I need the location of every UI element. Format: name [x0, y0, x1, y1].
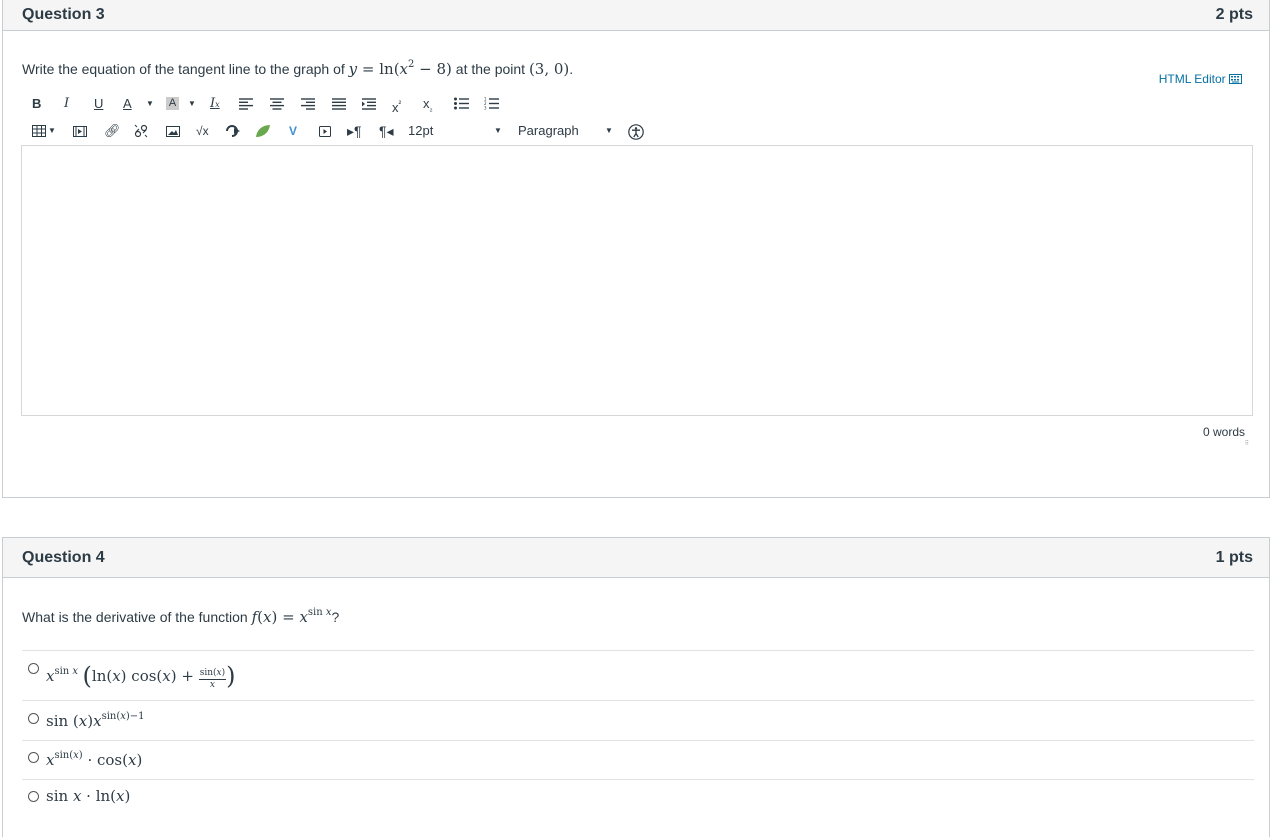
- html-editor-label: HTML Editor: [1158, 72, 1226, 86]
- question-3-card: Question 3 2 pts Write the equation of t…: [2, 0, 1270, 498]
- block-format-value: Paragraph: [518, 123, 579, 138]
- radio-button[interactable]: [28, 663, 39, 674]
- superscript-icon[interactable]: x²: [392, 94, 401, 118]
- radio-button[interactable]: [28, 752, 39, 763]
- question-3-prompt: Write the equation of the tangent line t…: [22, 59, 573, 78]
- align-center-icon[interactable]: [270, 98, 284, 110]
- ltr-icon[interactable]: ▸¶: [347, 121, 362, 141]
- answer-option-3[interactable]: xsin(x) · cos(x): [22, 740, 1254, 780]
- question-3-header: Question 3 2 pts: [3, 0, 1269, 31]
- unlink-icon[interactable]: [134, 124, 148, 138]
- subscript-icon[interactable]: x₂: [423, 94, 433, 119]
- resize-handle-icon[interactable]: ⠿: [1245, 440, 1249, 447]
- background-color-dropdown-icon[interactable]: ▼: [188, 94, 196, 114]
- bold-icon[interactable]: B: [32, 94, 41, 114]
- radio-button[interactable]: [28, 791, 39, 802]
- media-play-icon[interactable]: [319, 126, 331, 137]
- numbered-list-icon[interactable]: 123: [484, 97, 499, 110]
- answer-option-1-label: xsin x (ln(x) cos(x) + sin(x) x): [46, 662, 236, 690]
- toolbar-row-1: B I U A ▼ A ▼ Ix x² x₂ 123: [22, 94, 522, 115]
- font-size-value: 12pt: [408, 123, 434, 138]
- link-icon[interactable]: 🔗︎: [104, 121, 121, 141]
- radio-button[interactable]: [28, 713, 39, 724]
- font-size-select[interactable]: 12pt ▼: [408, 121, 503, 141]
- bullet-list-icon[interactable]: [454, 97, 469, 110]
- word-count: 0 words: [1202, 425, 1245, 439]
- answer-option-3-label: xsin(x) · cos(x): [46, 750, 143, 769]
- align-right-icon[interactable]: [301, 98, 315, 110]
- answer-option-2[interactable]: sin (x)xsin(x)−1: [22, 700, 1254, 741]
- question-3-points: 2 pts: [1215, 6, 1253, 23]
- italic-icon[interactable]: I: [64, 94, 69, 114]
- question-4-function: f(x) = xsin x: [251, 607, 332, 626]
- question-3-equation: y = ln(x2 − 8): [348, 59, 452, 78]
- answer-option-4[interactable]: sin x · ln(x): [22, 779, 1254, 820]
- block-format-select[interactable]: Paragraph ▼: [518, 121, 616, 141]
- text-color-dropdown-icon[interactable]: ▼: [146, 94, 154, 114]
- svg-text:3: 3: [484, 106, 487, 111]
- question-3-text-mid: at the point: [451, 61, 529, 77]
- question-3-point: (3, 0): [528, 60, 570, 78]
- underline-icon[interactable]: U: [94, 94, 103, 114]
- rich-text-editor-area[interactable]: [21, 145, 1253, 416]
- accessibility-icon[interactable]: [628, 124, 644, 140]
- align-justify-icon[interactable]: [332, 98, 346, 110]
- chevron-down-icon: ▼: [605, 126, 613, 135]
- leaf-icon[interactable]: [255, 124, 271, 138]
- indent-icon[interactable]: [362, 98, 376, 110]
- keyboard-icon: [1229, 74, 1242, 84]
- question-4-text-end: ?: [331, 609, 340, 625]
- toolbar-row-2: ▼ 🔗︎ √x V ▸¶ ¶◂ 12pt ▼ Paragraph ▼: [22, 121, 662, 141]
- question-4-card: Question 4 1 pts What is the derivative …: [2, 537, 1270, 837]
- question-4-title: Question 4: [22, 549, 105, 566]
- html-editor-link[interactable]: HTML Editor: [1159, 72, 1242, 86]
- question-4-header: Question 4 1 pts: [3, 538, 1269, 578]
- table-dropdown-icon[interactable]: ▼: [48, 121, 56, 141]
- rtl-icon[interactable]: ¶◂: [379, 121, 394, 141]
- clear-formatting-icon[interactable]: Ix: [210, 94, 220, 115]
- image-icon[interactable]: [166, 126, 180, 137]
- answer-option-4-label: sin x · ln(x): [46, 787, 131, 805]
- align-left-icon[interactable]: [239, 98, 253, 110]
- background-color-icon[interactable]: A: [166, 97, 179, 110]
- chevron-v-icon[interactable]: V: [289, 121, 297, 141]
- question-3-text-before: Write the equation of the tangent line t…: [22, 61, 349, 77]
- answer-option-2-label: sin (x)xsin(x)−1: [46, 711, 145, 730]
- question-4-points: 1 pts: [1215, 549, 1253, 566]
- question-3-title: Question 3: [22, 6, 105, 23]
- table-icon[interactable]: [32, 125, 46, 137]
- chevron-down-icon: ▼: [494, 126, 502, 135]
- equation-icon[interactable]: √x: [196, 121, 209, 141]
- media-icon[interactable]: [73, 126, 87, 137]
- answer-option-1[interactable]: xsin x (ln(x) cos(x) + sin(x) x): [22, 650, 1254, 701]
- question-4-text-before: What is the derivative of the function: [22, 609, 252, 625]
- question-4-prompt: What is the derivative of the function f…: [22, 607, 339, 626]
- question-3-text-end: .: [569, 61, 574, 77]
- text-color-icon[interactable]: A: [123, 94, 132, 114]
- embed-icon[interactable]: [225, 124, 241, 138]
